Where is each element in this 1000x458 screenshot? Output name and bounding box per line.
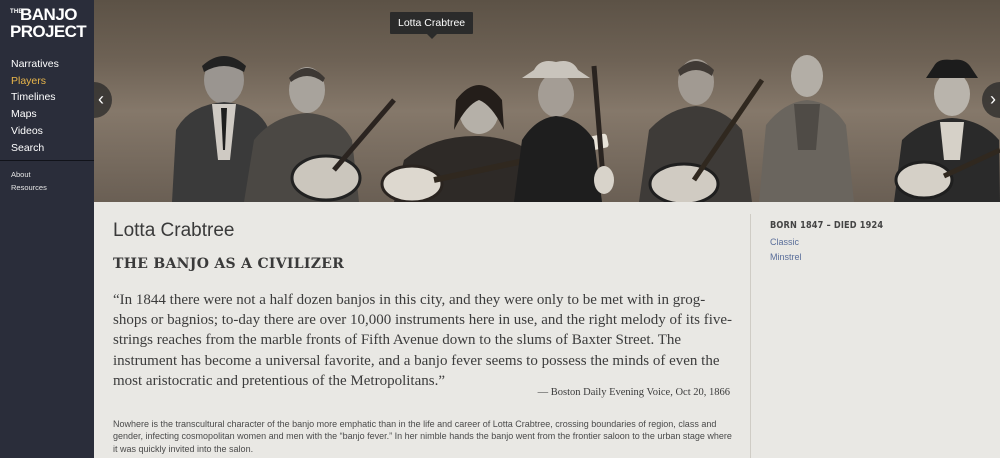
nav-videos[interactable]: Videos [11, 123, 59, 140]
quote-text: “In 1844 there were not a half dozen ban… [113, 292, 733, 389]
nav-about[interactable]: About [11, 169, 47, 182]
tag-minstrel[interactable]: Minstrel [770, 252, 908, 262]
player-portrait[interactable] [244, 67, 396, 202]
life-dates: BORN 1847 – DIED 1924 [770, 220, 884, 231]
logo-project: PROJECT [10, 22, 87, 41]
body-text: Nowhere is the transcultural character o… [113, 419, 732, 454]
site-logo[interactable]: THE BANJO PROJECT [10, 5, 87, 43]
players-banner: Lotta Crabtree ‹ › [94, 0, 1000, 202]
player-portrait[interactable] [639, 59, 765, 202]
chevron-left-icon: ‹ [98, 89, 104, 109]
nav-timelines[interactable]: Timelines [11, 89, 59, 106]
secondary-nav: About Resources [11, 169, 47, 194]
nav-divider [0, 160, 94, 161]
player-tooltip: Lotta Crabtree [390, 12, 474, 39]
player-meta: BORN 1847 – DIED 1924 Classic Minstrel [770, 220, 908, 262]
player-portrait[interactable] [894, 59, 1000, 202]
tag-classic[interactable]: Classic [770, 237, 908, 247]
logo-banjo: BANJO [20, 5, 78, 24]
player-portrait[interactable] [759, 55, 854, 202]
nav-search[interactable]: Search [11, 140, 59, 157]
player-portrait[interactable] [514, 61, 614, 202]
nav-maps[interactable]: Maps [11, 106, 59, 123]
page-title: Lotta Crabtree [113, 220, 235, 241]
player-detail: Lotta Crabtree THE BANJO AS A CIVILIZER … [94, 202, 1000, 458]
quote-attribution: — Boston Daily Evening Voice, Oct 20, 18… [537, 387, 730, 398]
logo-the: THE [10, 9, 23, 15]
player-portraits [172, 55, 1000, 202]
chevron-right-icon: › [990, 89, 996, 109]
main-nav: Narratives Players Timelines Maps Videos… [11, 56, 59, 156]
nav-narratives[interactable]: Narratives [11, 56, 59, 73]
content-divider [750, 214, 751, 458]
nav-resources[interactable]: Resources [11, 182, 47, 195]
section-title: THE BANJO AS A CIVILIZER [113, 256, 345, 272]
nav-players[interactable]: Players [11, 73, 59, 90]
sidebar: THE BANJO PROJECT Narratives Players Tim… [0, 0, 94, 458]
